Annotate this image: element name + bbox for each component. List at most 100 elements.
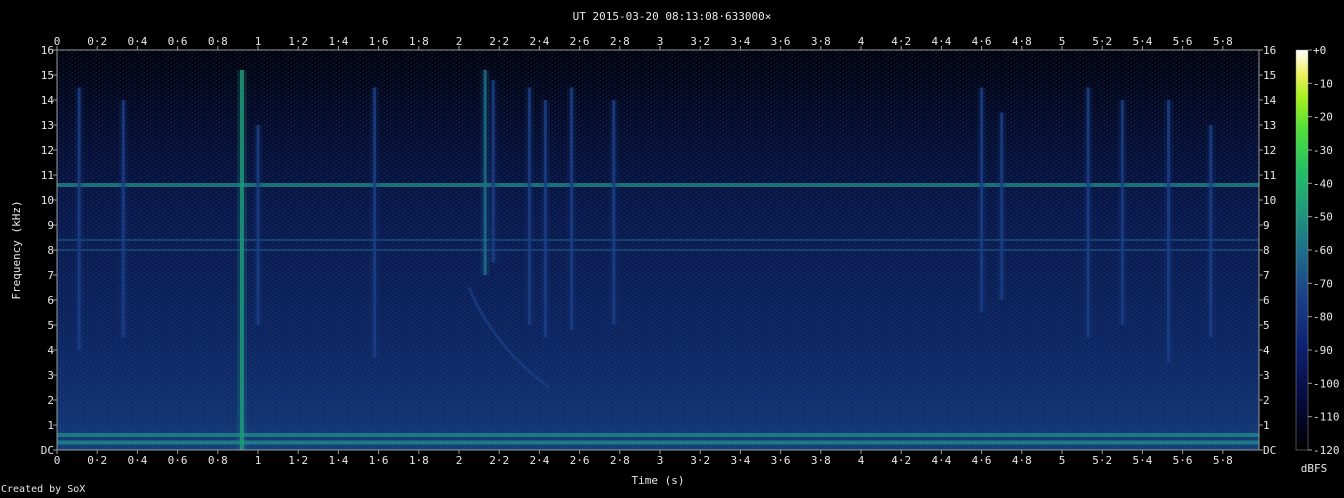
x-tick-bottom-label: 2·8 [610,454,630,467]
colorbar-tick-label: -90 [1313,344,1333,357]
colorbar: +0 -10 -20 -30 -40 -50 -60 -70 -80 -90 -100 -110 -12… [1295,44,1340,475]
y-tick-right-label: 11 [1263,169,1276,182]
y-tick-left-label: 9 [47,219,54,232]
x-tick-top-label: 4·2 [891,35,911,48]
vertical-event-halo [567,87,577,330]
spectrogram-figure: UT 2015-03-20 08:13:08·633000× 0 0·2 0·4 0·… [10,10,1340,487]
x-tick-bottom-label: 5·6 [1173,454,1193,467]
x-tick-bottom-label: 1·4 [328,454,348,467]
x-tick-top-label: 3·2 [690,35,710,48]
vertical-event-halo [236,70,247,450]
x-tick-top-label: 4·4 [931,35,951,48]
colorbar-tick-label: -70 [1313,277,1333,290]
x-tick-bottom-label: 5·2 [1092,454,1112,467]
x-tick-top-label: 2 [456,35,463,48]
x-axis-top: 0 0·2 0·4 0·6 0·8 1 1·2 1·4 1·6 1·8 2 2·2 2·4 2·6 2·8 3… [54,35,1233,50]
y-tick-right-label: 13 [1263,119,1276,132]
x-tick-top-label: 5·8 [1213,35,1233,48]
x-tick-bottom-label: 3 [657,454,664,467]
y-tick-right-label: 5 [1263,319,1270,332]
vertical-event-halo [253,125,263,325]
y-tick-left-label: 11 [41,169,54,182]
x-tick-bottom-label: 0 [54,454,61,467]
x-tick-top-label: 5·4 [1132,35,1152,48]
vertical-event-halo [524,87,534,325]
x-tick-top-label: 1·4 [328,35,348,48]
y-tick-left-label: 3 [47,369,54,382]
x-tick-top-label: 0·2 [87,35,107,48]
x-tick-top-label: 5·6 [1173,35,1193,48]
x-tick-bottom-label: 3·2 [690,454,710,467]
y-tick-left-label: 15 [41,69,54,82]
x-tick-top-label: 4 [858,35,865,48]
x-tick-bottom-label: 2 [456,454,463,467]
x-tick-top-label: 1·2 [288,35,308,48]
x-tick-bottom-label: 4·4 [931,454,951,467]
x-tick-bottom-label: 5·4 [1132,454,1152,467]
vertical-event-halo [118,100,128,338]
y-tick-right-label: 15 [1263,69,1276,82]
vertical-event-halo [609,100,619,325]
x-axis-bottom: 0 0·2 0·4 0·6 0·8 1 1·2 1·4 1·6 1·8 2 2·2 2·4 2·6 2·8 3… [54,450,1233,467]
colorbar-tick-label: -20 [1313,111,1333,124]
y-tick-left-label: 6 [47,294,54,307]
vertical-event-halo [540,100,550,338]
y-tick-right-label: 1 [1263,419,1270,432]
colorbar-tick-label: -110 [1313,411,1340,424]
y-tick-right-label: 4 [1263,344,1270,357]
vertical-event-halo [1206,125,1216,338]
plot-area [56,49,1260,451]
x-tick-bottom-label: 3·8 [811,454,831,467]
y-tick-right-label: 8 [1263,244,1270,257]
y-tick-right-label: 12 [1263,144,1276,157]
colorbar-tick-label: -100 [1313,377,1340,390]
x-tick-top-label: 1·6 [369,35,389,48]
colorbar-tick-label: -10 [1313,77,1333,90]
x-tick-bottom-label: 4·2 [891,454,911,467]
y-axis-right: DC12345678910111213141516 [1259,44,1277,457]
y-tick-right-label: 16 [1263,44,1276,57]
y-tick-right-label: 3 [1263,369,1270,382]
x-tick-top-label: 2·8 [610,35,630,48]
x-tick-bottom-label: 0·6 [168,454,188,467]
x-tick-top-label: 5·2 [1092,35,1112,48]
x-tick-bottom-label: 0·4 [127,454,147,467]
colorbar-ticks: +0 -10 -20 -30 -40 -50 -60 -70 -80 -90 -100 -110 -12… [1308,44,1340,457]
vertical-event-halo [1164,100,1174,363]
y-tick-left-label: 4 [47,344,54,357]
colorbar-scale [1295,49,1309,451]
x-tick-top-label: 1 [255,35,262,48]
vertical-event-halo [74,87,84,350]
y-tick-left-label: 2 [47,394,54,407]
y-tick-left-label: 1 [47,419,54,432]
x-tick-bottom-label: 4·6 [972,454,992,467]
credit-text: Created by SoX [1,484,86,495]
x-tick-top-label: 3·6 [771,35,791,48]
x-tick-bottom-label: 2·2 [489,454,509,467]
x-tick-bottom-label: 1 [255,454,262,467]
x-tick-bottom-label: 0·8 [208,454,228,467]
chart-title: UT 2015-03-20 08:13:08·633000× [573,10,772,23]
y-tick-left-label: 10 [41,194,54,207]
x-tick-bottom-label: 1·6 [369,454,389,467]
y-axis-left: DC12345678910111213141516 [41,44,57,457]
y-tick-right-label: 10 [1263,194,1276,207]
colorbar-tick-label: +0 [1313,44,1326,57]
x-tick-bottom-label: 1·8 [409,454,429,467]
x-tick-top-label: 2·2 [489,35,509,48]
vertical-event-halo [1083,87,1093,338]
x-tick-top-label: 0·6 [168,35,188,48]
x-tick-top-label: 4·8 [1012,35,1032,48]
x-tick-top-label: 2·4 [529,35,549,48]
vertical-event-halo [480,70,490,275]
x-tick-top-label: 0·4 [127,35,147,48]
x-axis-label: Time (s) [632,474,685,487]
y-tick-right-label: 2 [1263,394,1270,407]
x-tick-bottom-label: 3·4 [730,454,750,467]
x-tick-top-label: 2·6 [570,35,590,48]
colorbar-tick-label: -80 [1313,311,1333,324]
colorbar-tick-label: -30 [1313,144,1333,157]
colorbar-tick-label: -50 [1313,211,1333,224]
vertical-event-halo [370,87,380,358]
x-tick-top-label: 5 [1059,35,1066,48]
